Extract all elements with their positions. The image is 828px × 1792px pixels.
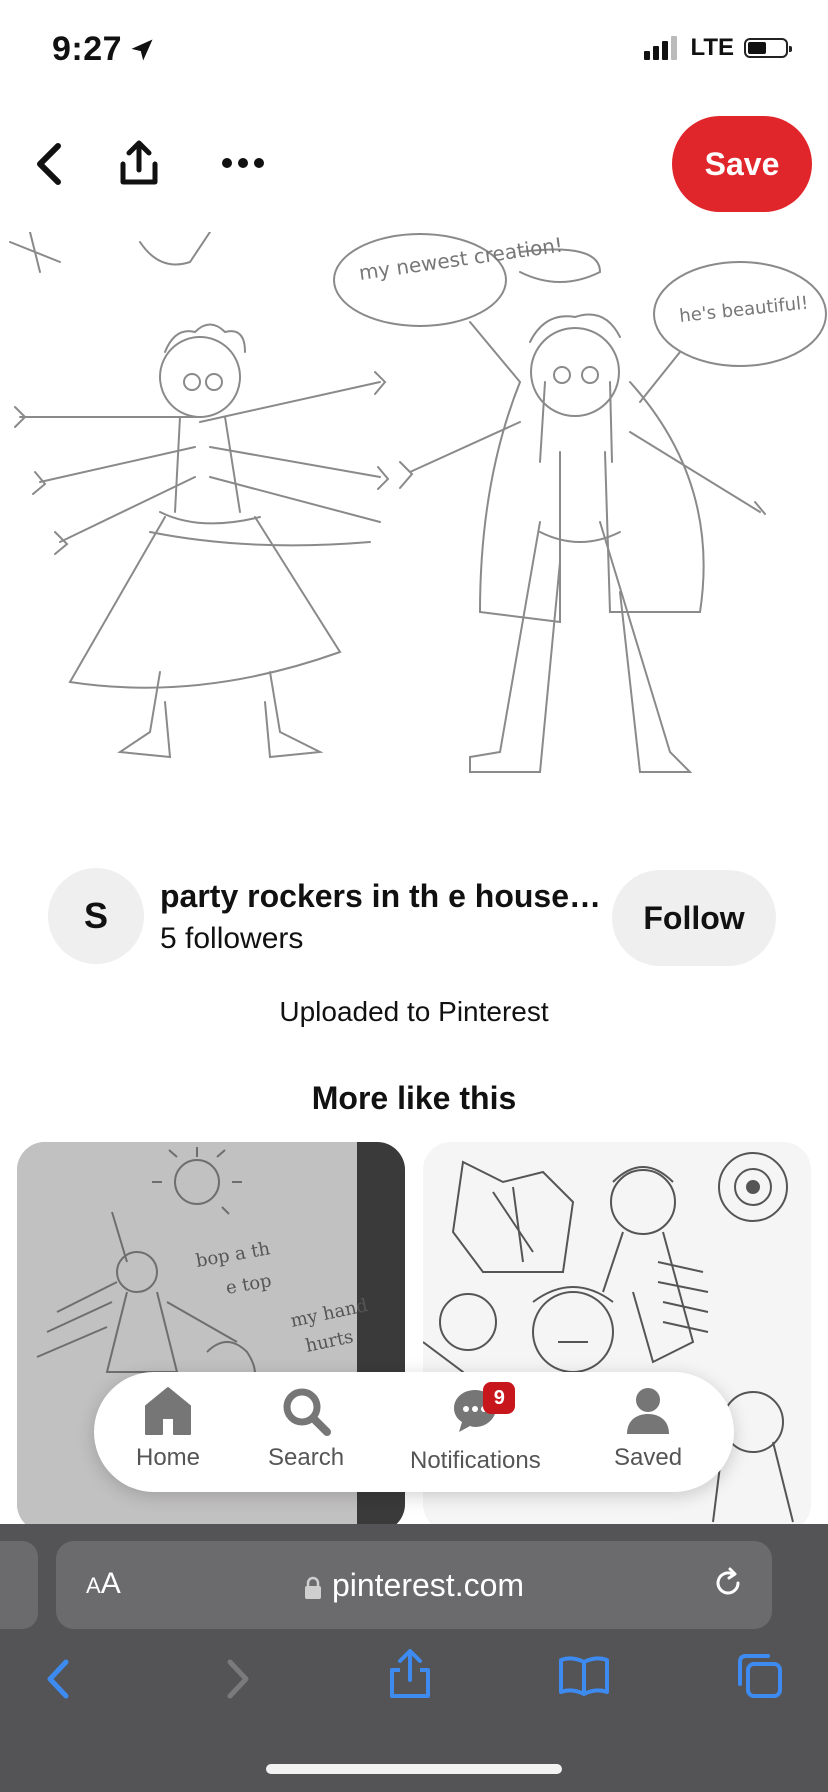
signal-icon [644,36,678,60]
ellipsis-icon [222,158,264,168]
more-options-button[interactable] [220,150,266,176]
nav-home[interactable]: Home [136,1386,200,1472]
nav-notifications[interactable]: 9 Notifications [410,1382,541,1475]
browser-forward-icon[interactable] [220,1654,256,1704]
avatar[interactable]: S [48,868,144,964]
share-icon [120,140,158,185]
url-display[interactable]: pinterest.com [56,1567,772,1604]
nav-search[interactable]: Search [268,1386,344,1472]
upload-source: Uploaded to Pinterest [279,996,549,1027]
nav-notifications-label: Notifications [410,1447,541,1474]
battery-icon [744,38,792,58]
pin-image[interactable]: my newest creation! he's beautiful! [0,232,828,792]
creator-name[interactable]: party rockers in th e house… [160,878,608,915]
sketch-bubble-right: he's beautiful! [678,293,809,327]
address-bar[interactable]: AAAA pinterest.com [56,1541,772,1629]
location-arrow-icon [131,39,153,61]
reload-icon[interactable] [710,1565,746,1601]
section-title: More like this [311,1080,517,1116]
home-indicator [266,1764,562,1774]
search-icon [283,1388,332,1436]
nav-search-label: Search [268,1444,345,1471]
chevron-left-icon [37,143,61,185]
browser-back-icon[interactable] [40,1654,76,1704]
status-time: 9:27 [52,30,123,68]
bottom-navigation: Home Search 9 Notifications Saved [94,1372,734,1492]
bookmarks-icon[interactable] [558,1656,610,1696]
tabs-icon[interactable] [736,1652,784,1700]
back-button[interactable] [26,136,72,192]
save-button[interactable]: Save [672,116,812,212]
browser-share-icon[interactable] [388,1648,432,1700]
url-text: pinterest.com [331,1567,525,1603]
status-right: LTE [644,34,792,62]
notification-badge: 9 [483,1382,516,1414]
profile-icon [627,1388,670,1434]
previous-tab-peek[interactable] [0,1541,38,1629]
nav-home-label: Home [136,1444,201,1471]
lock-icon [304,1576,321,1599]
nav-saved[interactable]: Saved [614,1386,682,1472]
sketch-drawing: my newest creation! he's beautiful! [9,232,827,773]
nav-saved-label: Saved [614,1444,683,1471]
follower-count: 5 followers [160,922,304,955]
home-icon [145,1387,192,1435]
network-type: LTE [690,34,734,61]
follow-button[interactable]: Follow [612,870,776,966]
share-button[interactable] [116,138,162,188]
